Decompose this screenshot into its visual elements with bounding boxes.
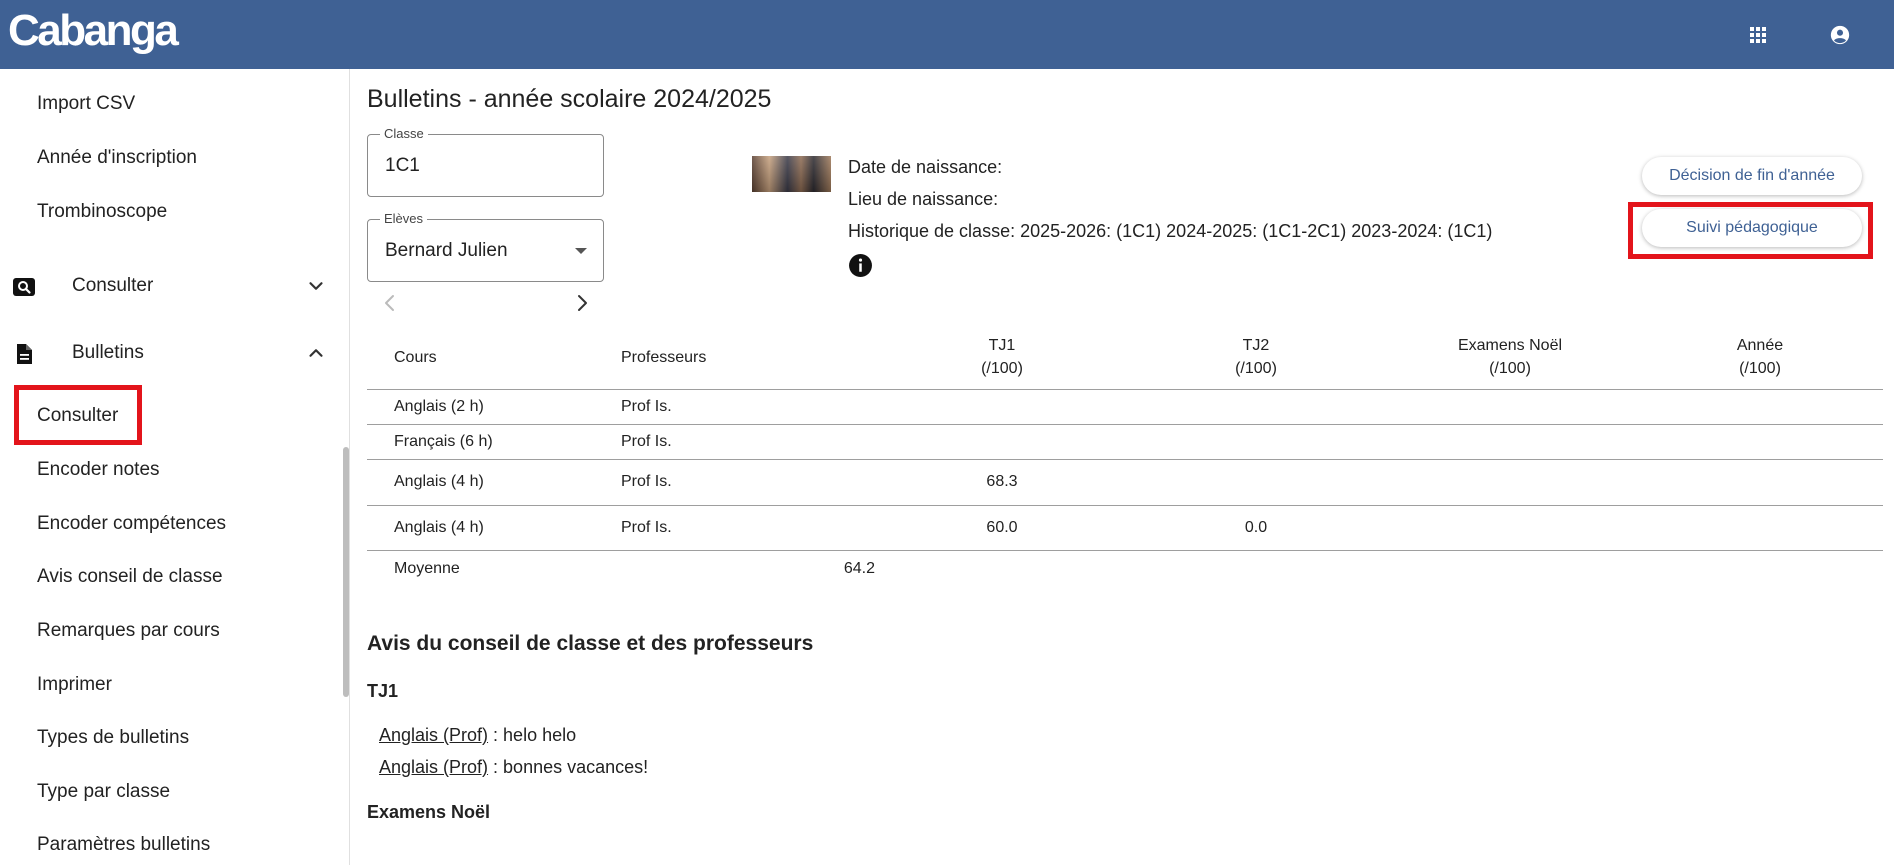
col-header-examens-noel[interactable]: Examens Noël (/100): [1383, 326, 1637, 390]
remark-text: : helo helo: [488, 725, 577, 745]
cell-empty: [875, 550, 1129, 587]
average-value: 64.2: [843, 559, 875, 577]
col-header-tj2[interactable]: TJ2 (/100): [1129, 326, 1383, 390]
remark-course-link[interactable]: Anglais (Prof): [379, 725, 488, 745]
cell-professeur: Prof Is.: [621, 505, 875, 551]
cell-tj2: [1129, 389, 1383, 425]
table-header-row: Cours Professeurs TJ1 (/100) TJ2 (/100) Ex…: [367, 326, 1883, 390]
sidebar: Import CSV Année d'inscription Trombinos…: [0, 69, 350, 865]
table-row: Anglais (4 h) Prof Is. 60.0 0.0: [367, 505, 1883, 551]
sidebar-item-annee-inscription[interactable]: Année d'inscription: [37, 147, 197, 169]
cell-cours: Anglais (2 h): [367, 389, 621, 425]
cell-professeur: Prof Is.: [621, 389, 875, 425]
cell-tj1: [875, 424, 1129, 460]
student-photo: [752, 156, 831, 192]
eleves-select[interactable]: Elèves Bernard Julien: [367, 211, 604, 282]
search-icon: [12, 275, 36, 299]
classe-field[interactable]: Classe 1C1: [367, 126, 604, 197]
sidebar-group-bulletins[interactable]: Bulletins: [0, 334, 340, 374]
classe-field-label: Classe: [380, 126, 428, 141]
cell-professeur: Prof Is.: [621, 424, 875, 460]
sidebar-item-avis-conseil[interactable]: Avis conseil de classe: [37, 566, 223, 588]
button-highlight-box: [1628, 202, 1873, 259]
avis-tj1-title: TJ1: [367, 681, 399, 701]
table-row: Français (6 h) Prof Is.: [367, 424, 1883, 460]
cell-cours: Français (6 h): [367, 424, 621, 460]
info-icon[interactable]: [848, 253, 873, 278]
cell-tj1-grade[interactable]: 68.3: [875, 459, 1129, 506]
sidebar-item-trombinoscope[interactable]: Trombinoscope: [37, 201, 167, 223]
sidebar-item-encoder-competences[interactable]: Encoder compétences: [37, 513, 226, 535]
cell-annee: [1637, 505, 1883, 551]
cell-examens: [1383, 424, 1637, 460]
eleves-select-value: Bernard Julien: [385, 240, 508, 261]
cell-annee: [1637, 389, 1883, 425]
next-student-arrow-icon[interactable]: [570, 291, 594, 315]
cell-annee: [1637, 424, 1883, 460]
remark-item: Anglais (Prof) : helo helo: [379, 725, 576, 746]
cell-tj2: [1129, 459, 1383, 506]
sidebar-group-label: Bulletins: [72, 342, 144, 363]
remark-item: Anglais (Prof) : bonnes vacances!: [379, 757, 648, 778]
app-header: Cabanga: [0, 0, 1894, 69]
average-row: Moyenne 64.2: [367, 550, 1883, 587]
avis-examens-title: Examens Noël: [367, 802, 491, 822]
cell-empty: [1637, 550, 1883, 587]
cell-examens: [1383, 389, 1637, 425]
sidebar-item-import-csv[interactable]: Import CSV: [37, 93, 135, 115]
table-row: Anglais (4 h) Prof Is. 68.3: [367, 459, 1883, 506]
sidebar-group-label: Consulter: [72, 275, 154, 296]
col-header-professeurs[interactable]: Professeurs: [621, 326, 875, 390]
average-label: Moyenne: [394, 559, 460, 577]
sidebar-item-encoder-notes[interactable]: Encoder notes: [37, 459, 160, 481]
cell-examens: [1383, 459, 1637, 506]
cell-tj1-grade[interactable]: 60.0: [875, 505, 1129, 551]
sidebar-item-parametres-bulletins[interactable]: Paramètres bulletins: [37, 834, 210, 856]
sidebar-group-consulter[interactable]: Consulter: [0, 267, 340, 307]
col-header-cours[interactable]: Cours: [367, 326, 621, 390]
col-header-annee[interactable]: Année (/100): [1637, 326, 1883, 390]
table-row: Anglais (2 h) Prof Is.: [367, 389, 1883, 425]
decision-fin-annee-button[interactable]: Décision de fin d'année: [1642, 157, 1862, 195]
cell-professeur: Prof Is.: [621, 459, 875, 506]
cell-examens: [1383, 505, 1637, 551]
remark-course-link[interactable]: Anglais (Prof): [379, 757, 488, 777]
remark-text: : bonnes vacances!: [488, 757, 649, 777]
col-header-tj1[interactable]: TJ1 (/100): [875, 326, 1129, 390]
student-class-history: Historique de classe: 2025-2026: (1C1) 2…: [848, 221, 1493, 241]
cell-cours: Anglais (4 h): [367, 459, 621, 506]
app-logo[interactable]: Cabanga: [8, 6, 179, 56]
grades-table: Cours Professeurs TJ1 (/100) TJ2 (/100) Ex…: [367, 326, 1883, 587]
cell-tj1: [875, 389, 1129, 425]
chevron-up-icon: [305, 342, 327, 364]
sidebar-item-remarques-cours[interactable]: Remarques par cours: [37, 620, 220, 642]
page-title: Bulletins - année scolaire 2024/2025: [367, 85, 772, 113]
dropdown-caret-icon: [575, 248, 587, 254]
student-pob: Lieu de naissance:: [848, 189, 999, 209]
selection-highlight-box: [14, 385, 142, 445]
sidebar-item-types-bulletins[interactable]: Types de bulletins: [37, 727, 189, 749]
student-dob: Date de naissance:: [848, 157, 1003, 177]
previous-student-arrow-icon[interactable]: [378, 291, 402, 315]
cell-empty: [1383, 550, 1637, 587]
sidebar-item-type-par-classe[interactable]: Type par classe: [37, 781, 170, 803]
cell-annee: [1637, 459, 1883, 506]
document-icon: [12, 342, 36, 366]
eleves-select-label: Elèves: [380, 211, 428, 226]
classe-field-value: 1C1: [385, 155, 420, 176]
sidebar-scrollbar[interactable]: [343, 447, 349, 697]
apps-grid-icon[interactable]: [1745, 22, 1771, 48]
chevron-down-icon: [305, 275, 327, 297]
cell-tj2-grade[interactable]: 0.0: [1129, 505, 1383, 551]
cell-cours: Anglais (4 h): [367, 505, 621, 551]
sidebar-item-imprimer[interactable]: Imprimer: [37, 674, 112, 696]
avis-section-title: Avis du conseil de classe et des profess…: [367, 632, 814, 655]
account-circle-icon[interactable]: [1827, 22, 1853, 48]
cell-empty: [1129, 550, 1383, 587]
cell-tj2: [1129, 424, 1383, 460]
